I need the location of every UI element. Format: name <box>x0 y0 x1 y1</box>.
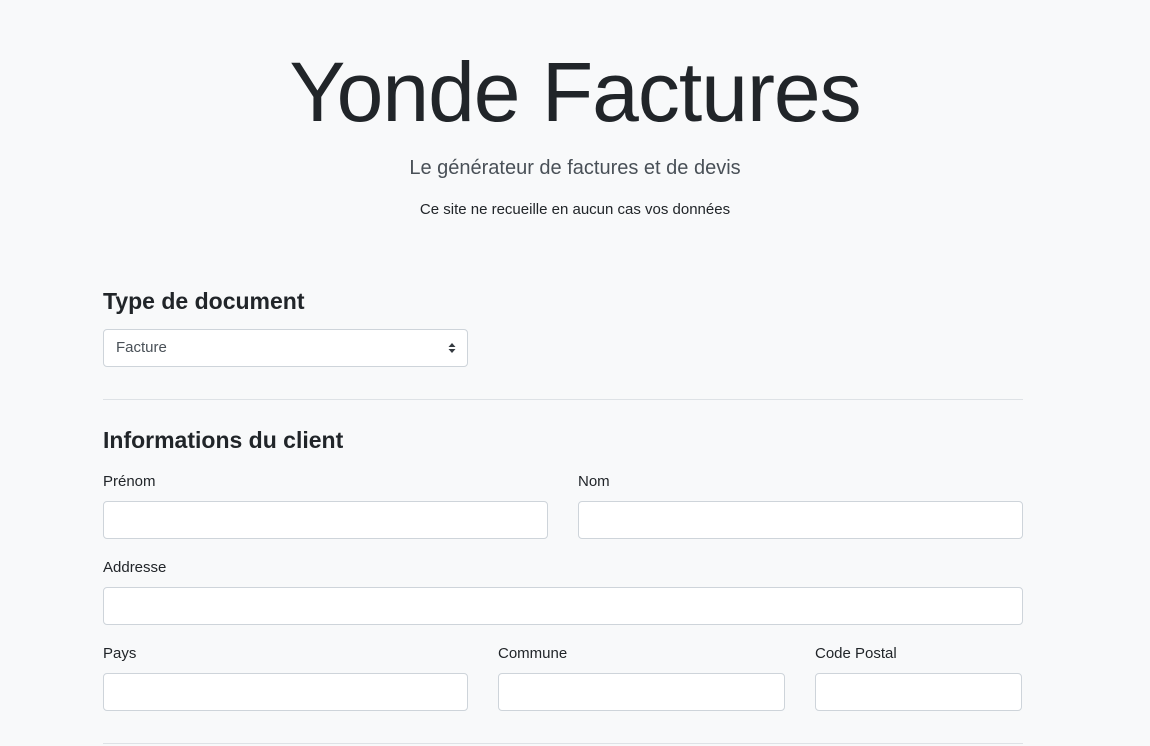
nom-label: Nom <box>578 473 610 490</box>
sort-arrows-icon <box>448 343 456 353</box>
commune-label: Commune <box>498 645 568 662</box>
app-title: Yonde Factures <box>289 45 861 139</box>
document-type-select[interactable]: Facture <box>103 329 468 367</box>
document-type-selected: Facture <box>116 339 167 356</box>
hero: Yonde Factures Le générateur de factures… <box>0 0 1150 250</box>
app-subtitle: Le générateur de factures et de devis <box>409 157 741 179</box>
prenom-input[interactable] <box>103 501 548 539</box>
adresse-label: Addresse <box>103 559 167 576</box>
nom-input[interactable] <box>578 501 1023 539</box>
privacy-note: Ce site ne recueille en aucun cas vos do… <box>419 201 731 218</box>
section-divider <box>103 399 1023 400</box>
code-postal-label: Code Postal <box>815 645 897 662</box>
code-postal-input[interactable] <box>815 673 1022 711</box>
client-info-heading: Informations du client <box>103 427 344 453</box>
pays-input[interactable] <box>103 673 468 711</box>
prenom-label: Prénom <box>103 473 156 490</box>
commune-input[interactable] <box>498 673 785 711</box>
pays-label: Pays <box>103 645 137 662</box>
adresse-input[interactable] <box>103 587 1023 625</box>
section-divider-bottom <box>103 743 1023 744</box>
document-type-heading: Type de document <box>103 288 305 314</box>
